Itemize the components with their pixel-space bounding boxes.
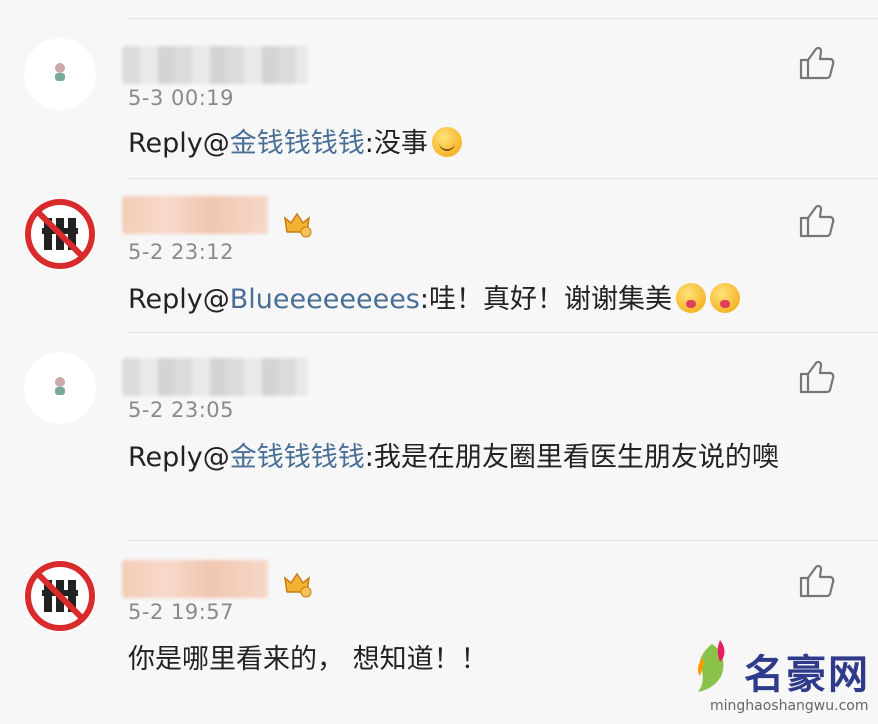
smile-emoji-icon bbox=[431, 127, 462, 157]
thumbs-up-icon[interactable] bbox=[798, 202, 836, 240]
comment-body: :没事 bbox=[364, 128, 428, 159]
comment-time: 5-2 23:05 bbox=[128, 398, 234, 422]
thumbs-up-icon[interactable] bbox=[798, 358, 836, 396]
crown-badge-icon bbox=[283, 212, 312, 238]
comment-time: 5-2 23:12 bbox=[128, 240, 234, 264]
thumbs-up-icon[interactable] bbox=[798, 44, 836, 82]
banned-avatar-icon bbox=[25, 199, 95, 269]
comment-text: Reply@金钱钱钱钱:我是在朋友圈里看医生朋友说的噢 bbox=[128, 438, 808, 478]
comment-body: 你是哪里看来的， 想知道！！ bbox=[128, 644, 488, 675]
drool-emoji-icon bbox=[710, 283, 740, 313]
reply-prefix: Reply@ bbox=[128, 284, 230, 315]
avatar[interactable] bbox=[24, 198, 96, 270]
mention-link[interactable]: Blueeeeeeees bbox=[230, 284, 420, 315]
watermark-title: 名豪网 bbox=[744, 652, 870, 698]
mention-link[interactable]: 金钱钱钱钱 bbox=[230, 442, 365, 473]
comment-text: Reply@金钱钱钱钱:没事 bbox=[128, 124, 818, 164]
banned-avatar-icon bbox=[25, 561, 95, 631]
divider bbox=[128, 540, 878, 541]
reply-prefix: Reply@ bbox=[128, 442, 230, 473]
divider bbox=[128, 332, 878, 333]
avatar[interactable] bbox=[24, 352, 96, 424]
watermark-url: minghaoshangwu.com bbox=[710, 698, 869, 714]
comment-time: 5-3 00:19 bbox=[128, 86, 234, 110]
username-blurred[interactable] bbox=[122, 196, 268, 234]
drool-emoji-icon bbox=[676, 283, 706, 313]
crown-badge-icon bbox=[283, 572, 312, 598]
avatar-image-icon bbox=[55, 377, 65, 395]
reply-prefix: Reply@ bbox=[128, 128, 230, 159]
avatar[interactable] bbox=[24, 560, 96, 632]
divider bbox=[128, 18, 878, 19]
avatar[interactable] bbox=[24, 38, 96, 110]
site-watermark: 名豪网 minghaoshangwu.com bbox=[690, 636, 870, 716]
divider bbox=[128, 178, 878, 179]
comment-body: :我是在朋友圈里看医生朋友说的噢 bbox=[364, 442, 779, 473]
comment-time: 5-2 19:57 bbox=[128, 600, 234, 624]
comment-body: :哇！真好！谢谢集美 bbox=[419, 284, 672, 315]
comment-text: Reply@Blueeeeeeees:哇！真好！谢谢集美 bbox=[128, 280, 818, 320]
username-blurred[interactable] bbox=[122, 46, 308, 84]
avatar-image-icon bbox=[55, 63, 65, 81]
mention-link[interactable]: 金钱钱钱钱 bbox=[230, 128, 365, 159]
username-blurred[interactable] bbox=[122, 358, 308, 396]
watermark-logo-icon bbox=[697, 640, 725, 692]
thumbs-up-icon[interactable] bbox=[798, 562, 836, 600]
username-blurred[interactable] bbox=[122, 560, 268, 598]
